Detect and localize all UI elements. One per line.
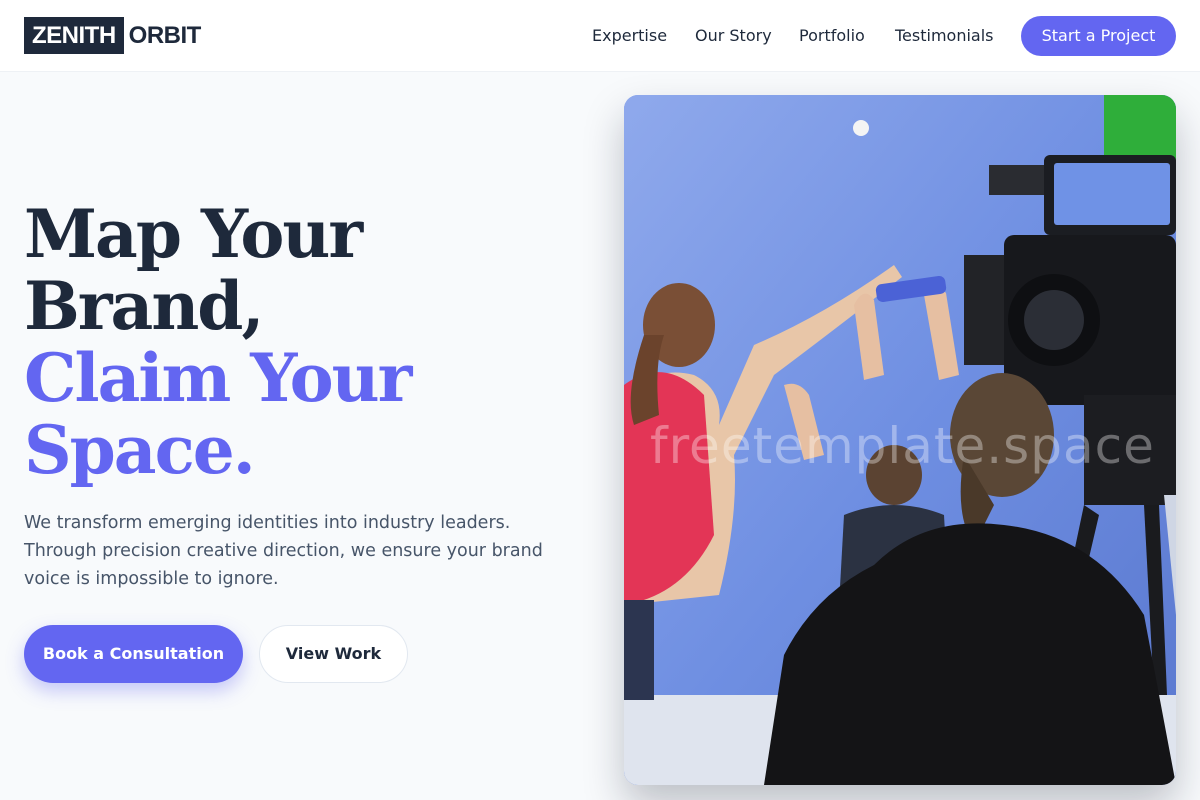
site-header: ZENITH ORBIT Expertise Our Story Portfol… xyxy=(0,0,1200,72)
headline-line-1: Map Your xyxy=(24,195,363,273)
start-project-button[interactable]: Start a Project xyxy=(1021,16,1176,56)
hero-headline: Map Your Brand, Claim Your Space. xyxy=(24,198,584,486)
nav-link-expertise[interactable]: Expertise xyxy=(592,26,667,45)
nav-link-our-story[interactable]: Our Story xyxy=(695,26,772,45)
headline-line-2: Brand, xyxy=(24,267,264,345)
image-watermark: freetemplate.space xyxy=(650,417,1155,475)
nav-link-testimonials[interactable]: Testimonials xyxy=(895,26,994,45)
book-consultation-button[interactable]: Book a Consultation xyxy=(24,625,243,683)
headline-line-3: Claim Your xyxy=(24,339,412,417)
nav-link-portfolio[interactable]: Portfolio xyxy=(799,26,865,45)
hero-photo: freetemplate.space xyxy=(624,95,1176,785)
headline-line-4: Space. xyxy=(24,411,256,489)
view-work-button[interactable]: View Work xyxy=(259,625,408,683)
hero-subtext: We transform emerging identities into in… xyxy=(24,513,543,589)
main-nav: Expertise Our Story Portfolio Testimonia… xyxy=(0,0,1200,72)
